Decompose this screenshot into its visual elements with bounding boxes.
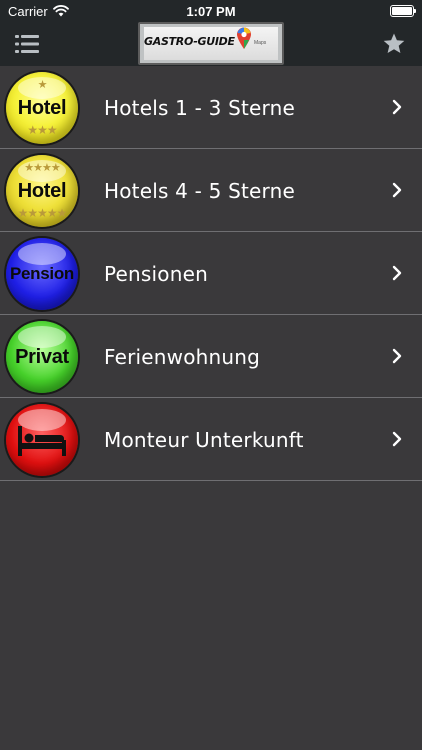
hotel-1-3-badge: ★ Hotel ★★★ [6, 72, 78, 144]
list-item-label: Ferienwohnung [104, 344, 261, 369]
badge-stars-bottom: ★★★ [27, 123, 57, 137]
list-item-hotels-4-5[interactable]: ★★★★ Hotel ★★★★★ Hotels 4 - 5 Sterne [0, 149, 422, 232]
logo-text: GASTRO-GUIDE [144, 35, 235, 48]
list-item-label: Monteur Unterkunft [104, 427, 304, 452]
wifi-icon [52, 5, 69, 17]
privat-badge: Privat [6, 321, 78, 393]
status-bar: Carrier 1:07 PM [0, 0, 422, 22]
list-item-label: Pensionen [104, 261, 208, 286]
chevron-right-icon [392, 99, 402, 115]
map-pin-icon [237, 27, 251, 49]
badge-text: Hotel [17, 179, 67, 202]
monteur-badge [6, 404, 78, 476]
badge-text: Privat [15, 345, 69, 368]
list-item-pensionen[interactable]: Pension Pensionen [0, 232, 422, 315]
chevron-right-icon [392, 265, 402, 281]
list-item-ferienwohnung[interactable]: Privat Ferienwohnung [0, 315, 422, 398]
badge-stars-top: ★★★★ [24, 161, 60, 174]
category-list: ★ Hotel ★★★ Hotels 1 - 3 Sterne ★★★★ Hot… [0, 66, 422, 481]
battery-icon [390, 5, 416, 17]
battery-fill [392, 7, 412, 15]
list-item-monteur-unterkunft[interactable]: Monteur Unterkunft [0, 398, 422, 481]
carrier-label: Carrier [8, 3, 48, 19]
app-logo: GASTRO-GUIDE Maps [138, 22, 284, 65]
bed-icon [18, 426, 66, 456]
logo-maps-label: Maps [254, 40, 267, 46]
star-icon[interactable] [382, 32, 406, 56]
chevron-right-icon [392, 348, 402, 364]
list-item-label: Hotels 4 - 5 Sterne [104, 178, 295, 203]
badge-stars-top: ★ [37, 78, 48, 91]
pension-badge: Pension [6, 238, 78, 310]
chevron-right-icon [392, 182, 402, 198]
menu-icon[interactable] [15, 35, 39, 53]
list-item-hotels-1-3[interactable]: ★ Hotel ★★★ Hotels 1 - 3 Sterne [0, 66, 422, 149]
nav-bar: GASTRO-GUIDE Maps [0, 22, 422, 66]
chevron-right-icon [392, 431, 402, 447]
badge-text: Hotel [17, 96, 67, 119]
badge-text: Pension [9, 264, 75, 283]
hotel-4-5-badge: ★★★★ Hotel ★★★★★ [6, 155, 78, 227]
badge-stars-bottom: ★★★★★ [17, 206, 68, 220]
list-item-label: Hotels 1 - 3 Sterne [104, 95, 295, 120]
status-left: Carrier [8, 4, 69, 19]
